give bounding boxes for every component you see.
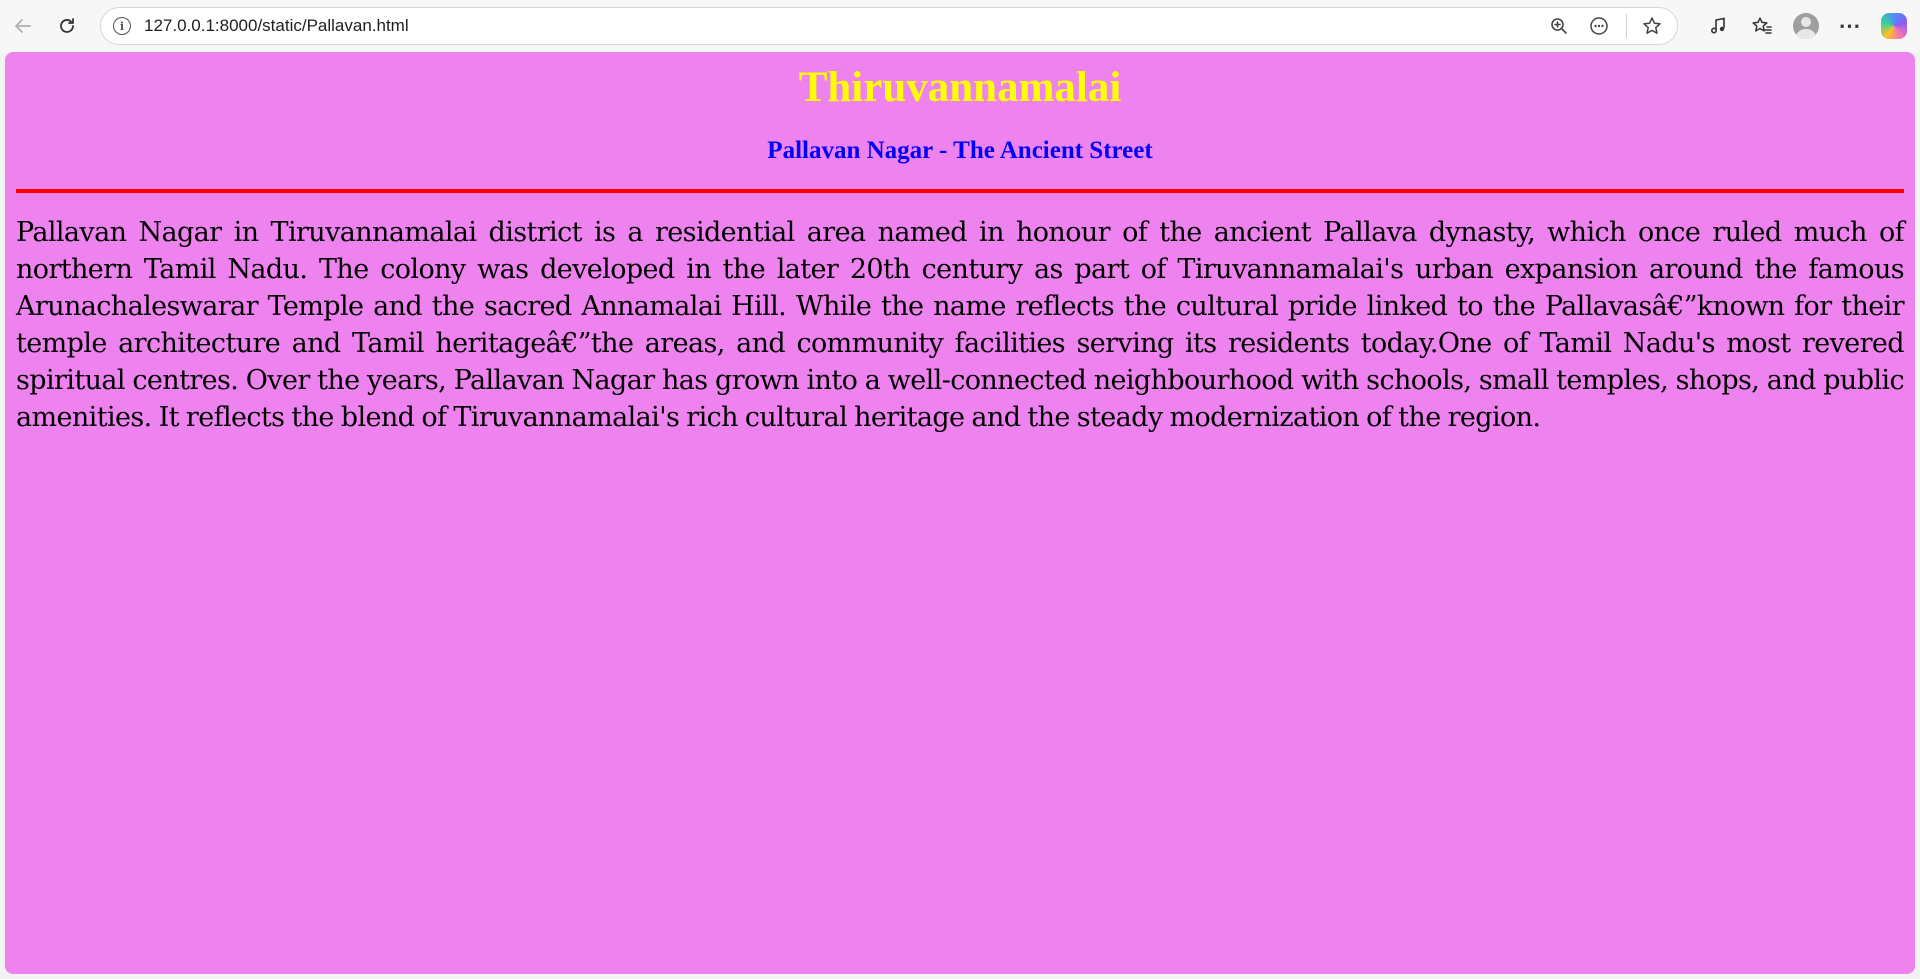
url-text[interactable]: 127.0.0.1:8000/static/Pallavan.html [144,16,409,36]
more-circle-icon[interactable] [1584,11,1614,41]
star-icon[interactable] [1637,11,1667,41]
reload-icon[interactable] [50,9,84,43]
address-bar-actions [1534,8,1667,44]
music-note-icon[interactable] [1700,8,1736,44]
browser-toolbar: i 127.0.0.1:8000/static/Pallavan.html ⋯ [0,0,1920,52]
body-paragraph: Pallavan Nagar in Tiruvannamalai distric… [16,217,1905,433]
browser-toolbar-right: ⋯ [1692,8,1912,44]
page-title: Thiruvannamalai [798,64,1122,111]
favorites-list-icon[interactable] [1744,8,1780,44]
address-bar-separator [1626,14,1627,38]
red-divider [16,189,1904,193]
zoom-icon[interactable] [1544,11,1574,41]
address-bar[interactable]: i 127.0.0.1:8000/static/Pallavan.html [100,7,1678,45]
avatar-icon[interactable] [1788,8,1824,44]
info-icon[interactable]: i [113,17,131,35]
avatar [1793,13,1819,39]
ellipsis-icon[interactable]: ⋯ [1832,8,1868,44]
back-arrow-icon[interactable] [6,9,40,43]
copilot-icon[interactable] [1876,8,1912,44]
copilot-logo [1881,13,1907,39]
page-viewport: Thiruvannamalai Pallavan Nagar - The Anc… [5,52,1915,974]
page-subtitle: Pallavan Nagar - The Ancient Street [767,137,1153,164]
